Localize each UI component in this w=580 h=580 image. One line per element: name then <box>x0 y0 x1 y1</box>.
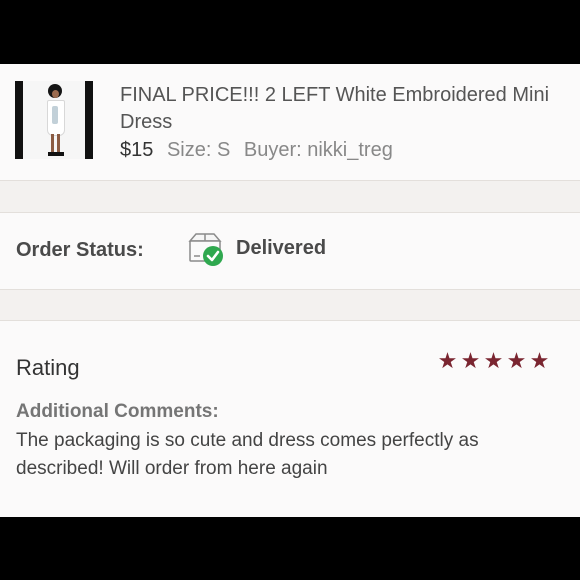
product-meta: $15 Size: S Buyer: nikki_treg <box>120 139 401 162</box>
star-icon: ★ <box>506 348 527 373</box>
order-detail-screen: FINAL PRICE!!! 2 LEFT White Embroidered … <box>0 64 580 517</box>
package-delivered-icon <box>188 233 223 266</box>
buyer-name: Buyer: nikki_treg <box>243 139 393 161</box>
rating-card: Rating ★ ★ ★ ★ ★ Additional Comments: Th… <box>0 320 580 517</box>
star-icon: ★ <box>483 348 504 373</box>
additional-comments-label: Additional Comments: <box>16 401 219 422</box>
star-icon: ★ <box>437 348 458 373</box>
star-icon: ★ <box>460 348 481 373</box>
order-status-value: Delivered <box>236 237 327 259</box>
star-icon: ★ <box>529 348 550 373</box>
product-price: $15 <box>120 139 154 161</box>
product-size: Size: S <box>166 139 231 161</box>
order-status-card: Order Status: Delivered <box>0 212 580 290</box>
product-card[interactable]: FINAL PRICE!!! 2 LEFT White Embroidered … <box>0 64 580 181</box>
product-thumbnail[interactable] <box>15 81 93 159</box>
star-rating: ★ ★ ★ ★ ★ <box>436 350 551 372</box>
rating-label: Rating <box>16 355 80 380</box>
additional-comments-text: The packaging is so cute and dress comes… <box>16 430 479 479</box>
product-title: FINAL PRICE!!! 2 LEFT White Embroidered … <box>120 84 550 133</box>
order-status-label: Order Status: <box>16 239 144 261</box>
